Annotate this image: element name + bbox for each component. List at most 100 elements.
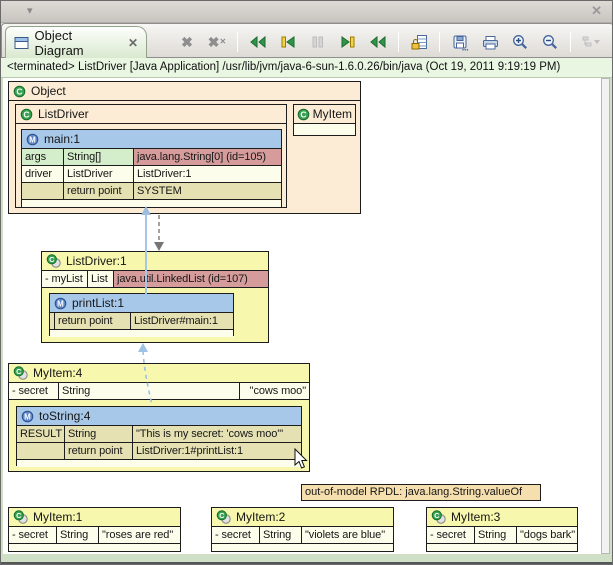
object-box-myitem3[interactable]: C MyItem:3 - secret String "dogs bark" <box>426 507 578 552</box>
toolbar-separator <box>237 32 238 52</box>
table-row: return point ListDriver#main:1 <box>50 313 233 330</box>
class-box-listdriver[interactable]: C ListDriver M main:1 args <box>15 104 287 208</box>
remove-all-icon: ✖✕ <box>208 35 226 49</box>
save-button[interactable] <box>447 31 473 53</box>
field-row: - secret String "violets are blue" <box>212 527 393 544</box>
pause-button[interactable] <box>305 31 331 53</box>
frame-main1[interactable]: M main:1 args String[] java.lang.String[… <box>21 129 282 207</box>
svg-text:C: C <box>219 511 225 520</box>
var-value: "This is my secret: 'cows moo'" <box>133 426 301 442</box>
svg-text:C: C <box>300 109 306 119</box>
vertical-scrollbar[interactable] <box>601 78 610 554</box>
class-box-myitem-header: C MyItem <box>294 105 355 124</box>
launch-status-line: <terminated> ListDriver [Java Applicatio… <box>1 58 613 78</box>
var-value: java.lang.String[0] (id=105) <box>134 149 281 165</box>
var-name: args <box>22 149 64 165</box>
var-name: RESULT <box>17 426 65 442</box>
var-name <box>17 443 65 459</box>
object-box-listdriver1[interactable]: C ListDriver:1 - myList List java.util.L… <box>41 251 269 343</box>
toolbar-separator <box>398 32 399 52</box>
frame-printlist1-header: M printList:1 <box>50 294 233 313</box>
class-icon: C <box>297 108 310 121</box>
object-box-myitem2[interactable]: C MyItem:2 - secret String "violets are … <box>211 507 394 552</box>
run-backward-button[interactable] <box>245 31 271 53</box>
window-titlebar: ▾ ✕ <box>1 1 613 23</box>
object-icon: C <box>13 510 28 524</box>
frame-tostring4[interactable]: M toString:4 RESULT String "This is my s… <box>16 406 302 466</box>
svg-text:C: C <box>23 109 29 119</box>
object-box-header: C ListDriver:1 <box>42 252 268 271</box>
titlebar-menu-icon[interactable]: ▾ <box>27 4 33 17</box>
empty-row <box>212 544 393 551</box>
step-forward-button[interactable] <box>335 31 361 53</box>
var-value: SYSTEM <box>134 183 281 199</box>
tab-close-icon[interactable]: ✕ <box>128 36 138 50</box>
method-icon: M <box>54 297 67 310</box>
field-value: "cows moo" <box>240 383 309 399</box>
field-value: "roses are red" <box>99 527 180 543</box>
object-box-myitem4[interactable]: C MyItem:4 - secret String "cows moo" M … <box>8 363 310 472</box>
out-of-model-label[interactable]: out-of-model RPDL: java.lang.String.valu… <box>301 484 541 501</box>
field-name: - secret <box>212 527 260 543</box>
frame-title: printList:1 <box>72 296 124 310</box>
field-name: - secret <box>427 527 475 543</box>
step-backward-button[interactable] <box>275 31 301 53</box>
field-row: - secret String "roses are red" <box>9 527 180 544</box>
empty-body <box>294 124 355 135</box>
class-name: ListDriver <box>38 107 89 121</box>
frame-printlist1[interactable]: M printList:1 return point ListDriver#ma… <box>49 293 234 336</box>
field-name: - secret <box>9 383 59 399</box>
var-type: String[] <box>64 149 134 165</box>
run-forward-button[interactable] <box>365 31 391 53</box>
table-row: args String[] java.lang.String[0] (id=10… <box>22 149 281 166</box>
object-box-myitem1[interactable]: C MyItem:1 - secret String "roses are re… <box>8 507 181 552</box>
empty-row <box>50 330 233 337</box>
object-icon: C <box>46 254 61 268</box>
print-button[interactable] <box>477 31 503 53</box>
field-value: java.util.LinkedList (id=107) <box>114 271 268 287</box>
var-value: ListDriver:1 <box>134 166 281 182</box>
tab-title: Object Diagram <box>35 28 122 58</box>
zoom-out-icon <box>542 34 558 50</box>
object-title: MyItem:4 <box>33 366 82 380</box>
app-window: ▾ ✕ Object Diagram ✕ ✖ ✖✕ <box>0 0 613 565</box>
field-type: String <box>475 527 517 543</box>
svg-text:C: C <box>434 511 440 520</box>
print-icon <box>482 35 499 50</box>
tree-mode-button[interactable] <box>578 31 604 53</box>
dashed-reference-arrowhead <box>138 343 148 352</box>
class-name: MyItem <box>313 107 352 121</box>
object-box-header: C MyItem:2 <box>212 508 393 527</box>
lock-table-button[interactable] <box>406 31 432 53</box>
object-box-header: C MyItem:1 <box>9 508 180 527</box>
class-box-myitem[interactable]: C MyItem <box>293 104 356 136</box>
zoom-in-button[interactable] <box>507 31 533 53</box>
step-forward-icon <box>340 35 356 49</box>
svg-text:M: M <box>29 135 36 144</box>
window-close-icon[interactable]: ✕ <box>591 3 602 19</box>
svg-text:C: C <box>49 255 55 264</box>
pause-icon <box>312 35 324 49</box>
table-row: driver ListDriver ListDriver:1 <box>22 166 281 183</box>
object-title: MyItem:3 <box>451 510 500 524</box>
field-row: - secret String "dogs bark" <box>427 527 577 544</box>
object-diagram-canvas[interactable]: C Object C ListDriver <box>3 78 601 554</box>
tab-object-diagram[interactable]: Object Diagram ✕ <box>5 26 147 58</box>
table-row: return point ListDriver:1#printList:1 <box>17 443 301 460</box>
terminate-button[interactable]: ✖ <box>174 31 200 53</box>
class-box-listdriver-header: C ListDriver <box>16 105 286 124</box>
field-row: - secret String "cows moo" <box>9 383 309 400</box>
svg-text:M: M <box>57 299 64 308</box>
view-tab-bar: Object Diagram ✕ ✖ ✖✕ <box>1 23 613 58</box>
class-icon: C <box>20 108 33 121</box>
class-box-object[interactable]: C Object C ListDriver <box>8 81 361 214</box>
var-name <box>22 183 64 199</box>
var-type: return point <box>55 313 131 329</box>
remove-all-terminated-button[interactable]: ✖✕ <box>204 31 230 53</box>
empty-row <box>17 460 301 467</box>
field-value: "dogs bark" <box>517 527 577 543</box>
toolbar-separator <box>570 32 571 52</box>
zoom-out-button[interactable] <box>537 31 563 53</box>
call-arrowhead <box>154 242 164 251</box>
var-type: String <box>65 426 133 442</box>
